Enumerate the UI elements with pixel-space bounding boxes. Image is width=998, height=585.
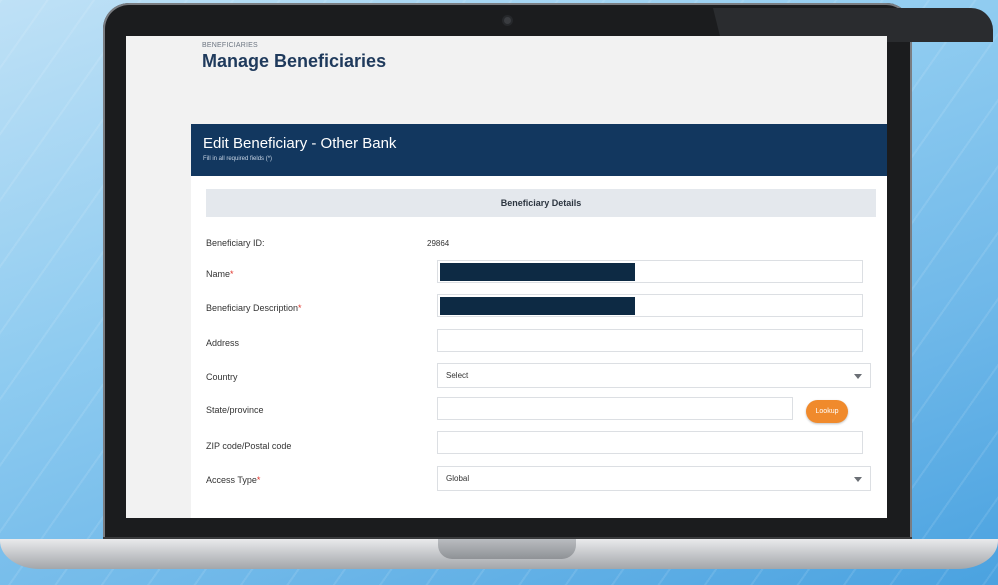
edit-panel-header: Edit Beneficiary - Other Bank Fill in al… xyxy=(191,124,887,176)
description-field[interactable] xyxy=(437,294,863,317)
required-marker: * xyxy=(298,303,302,313)
description-label: Beneficiary Description* xyxy=(206,303,302,313)
required-marker: * xyxy=(256,475,261,485)
laptop-notch xyxy=(438,539,576,559)
state-field[interactable] xyxy=(437,397,793,420)
name-label-text: Name xyxy=(206,269,231,279)
name-label: Name* xyxy=(206,269,234,279)
chevron-down-icon xyxy=(854,477,862,482)
required-marker: * xyxy=(230,269,234,279)
address-field[interactable] xyxy=(437,329,863,352)
edit-panel-subtitle: Fill in all required fields (*) xyxy=(203,156,273,162)
section-title: Beneficiary Details xyxy=(206,189,876,217)
country-selected-value: Select xyxy=(446,371,469,380)
redacted-value xyxy=(440,263,635,281)
access-type-selected-value: Global xyxy=(446,474,470,483)
address-label: Address xyxy=(206,338,240,348)
name-field[interactable] xyxy=(437,260,863,283)
country-label: Country xyxy=(206,372,238,382)
access-type-select[interactable]: Global xyxy=(437,466,871,491)
beneficiary-id-value: 29864 xyxy=(427,239,450,248)
camera-icon xyxy=(504,17,511,24)
access-type-label-text: Access Type xyxy=(206,475,257,485)
lookup-button[interactable]: Lookup xyxy=(806,400,848,423)
state-label: State/province xyxy=(206,405,264,415)
breadcrumb: BENEFICIARIES xyxy=(202,42,258,49)
edit-panel-title: Edit Beneficiary - Other Bank xyxy=(203,135,397,152)
beneficiary-form: Beneficiary Details Beneficiary ID: 2986… xyxy=(191,176,887,518)
app-screen: BENEFICIARIES Manage Beneficiaries Edit … xyxy=(126,36,887,518)
description-label-text: Beneficiary Description xyxy=(206,303,299,313)
access-type-label: Access Type* xyxy=(206,475,260,485)
chevron-down-icon xyxy=(854,374,862,379)
country-select[interactable]: Select xyxy=(437,363,871,388)
beneficiary-id-label: Beneficiary ID: xyxy=(206,238,265,248)
page-title: Manage Beneficiaries xyxy=(202,51,387,71)
redacted-value xyxy=(440,297,635,315)
zip-label: ZIP code/Postal code xyxy=(206,441,292,451)
zip-field[interactable] xyxy=(437,431,863,454)
